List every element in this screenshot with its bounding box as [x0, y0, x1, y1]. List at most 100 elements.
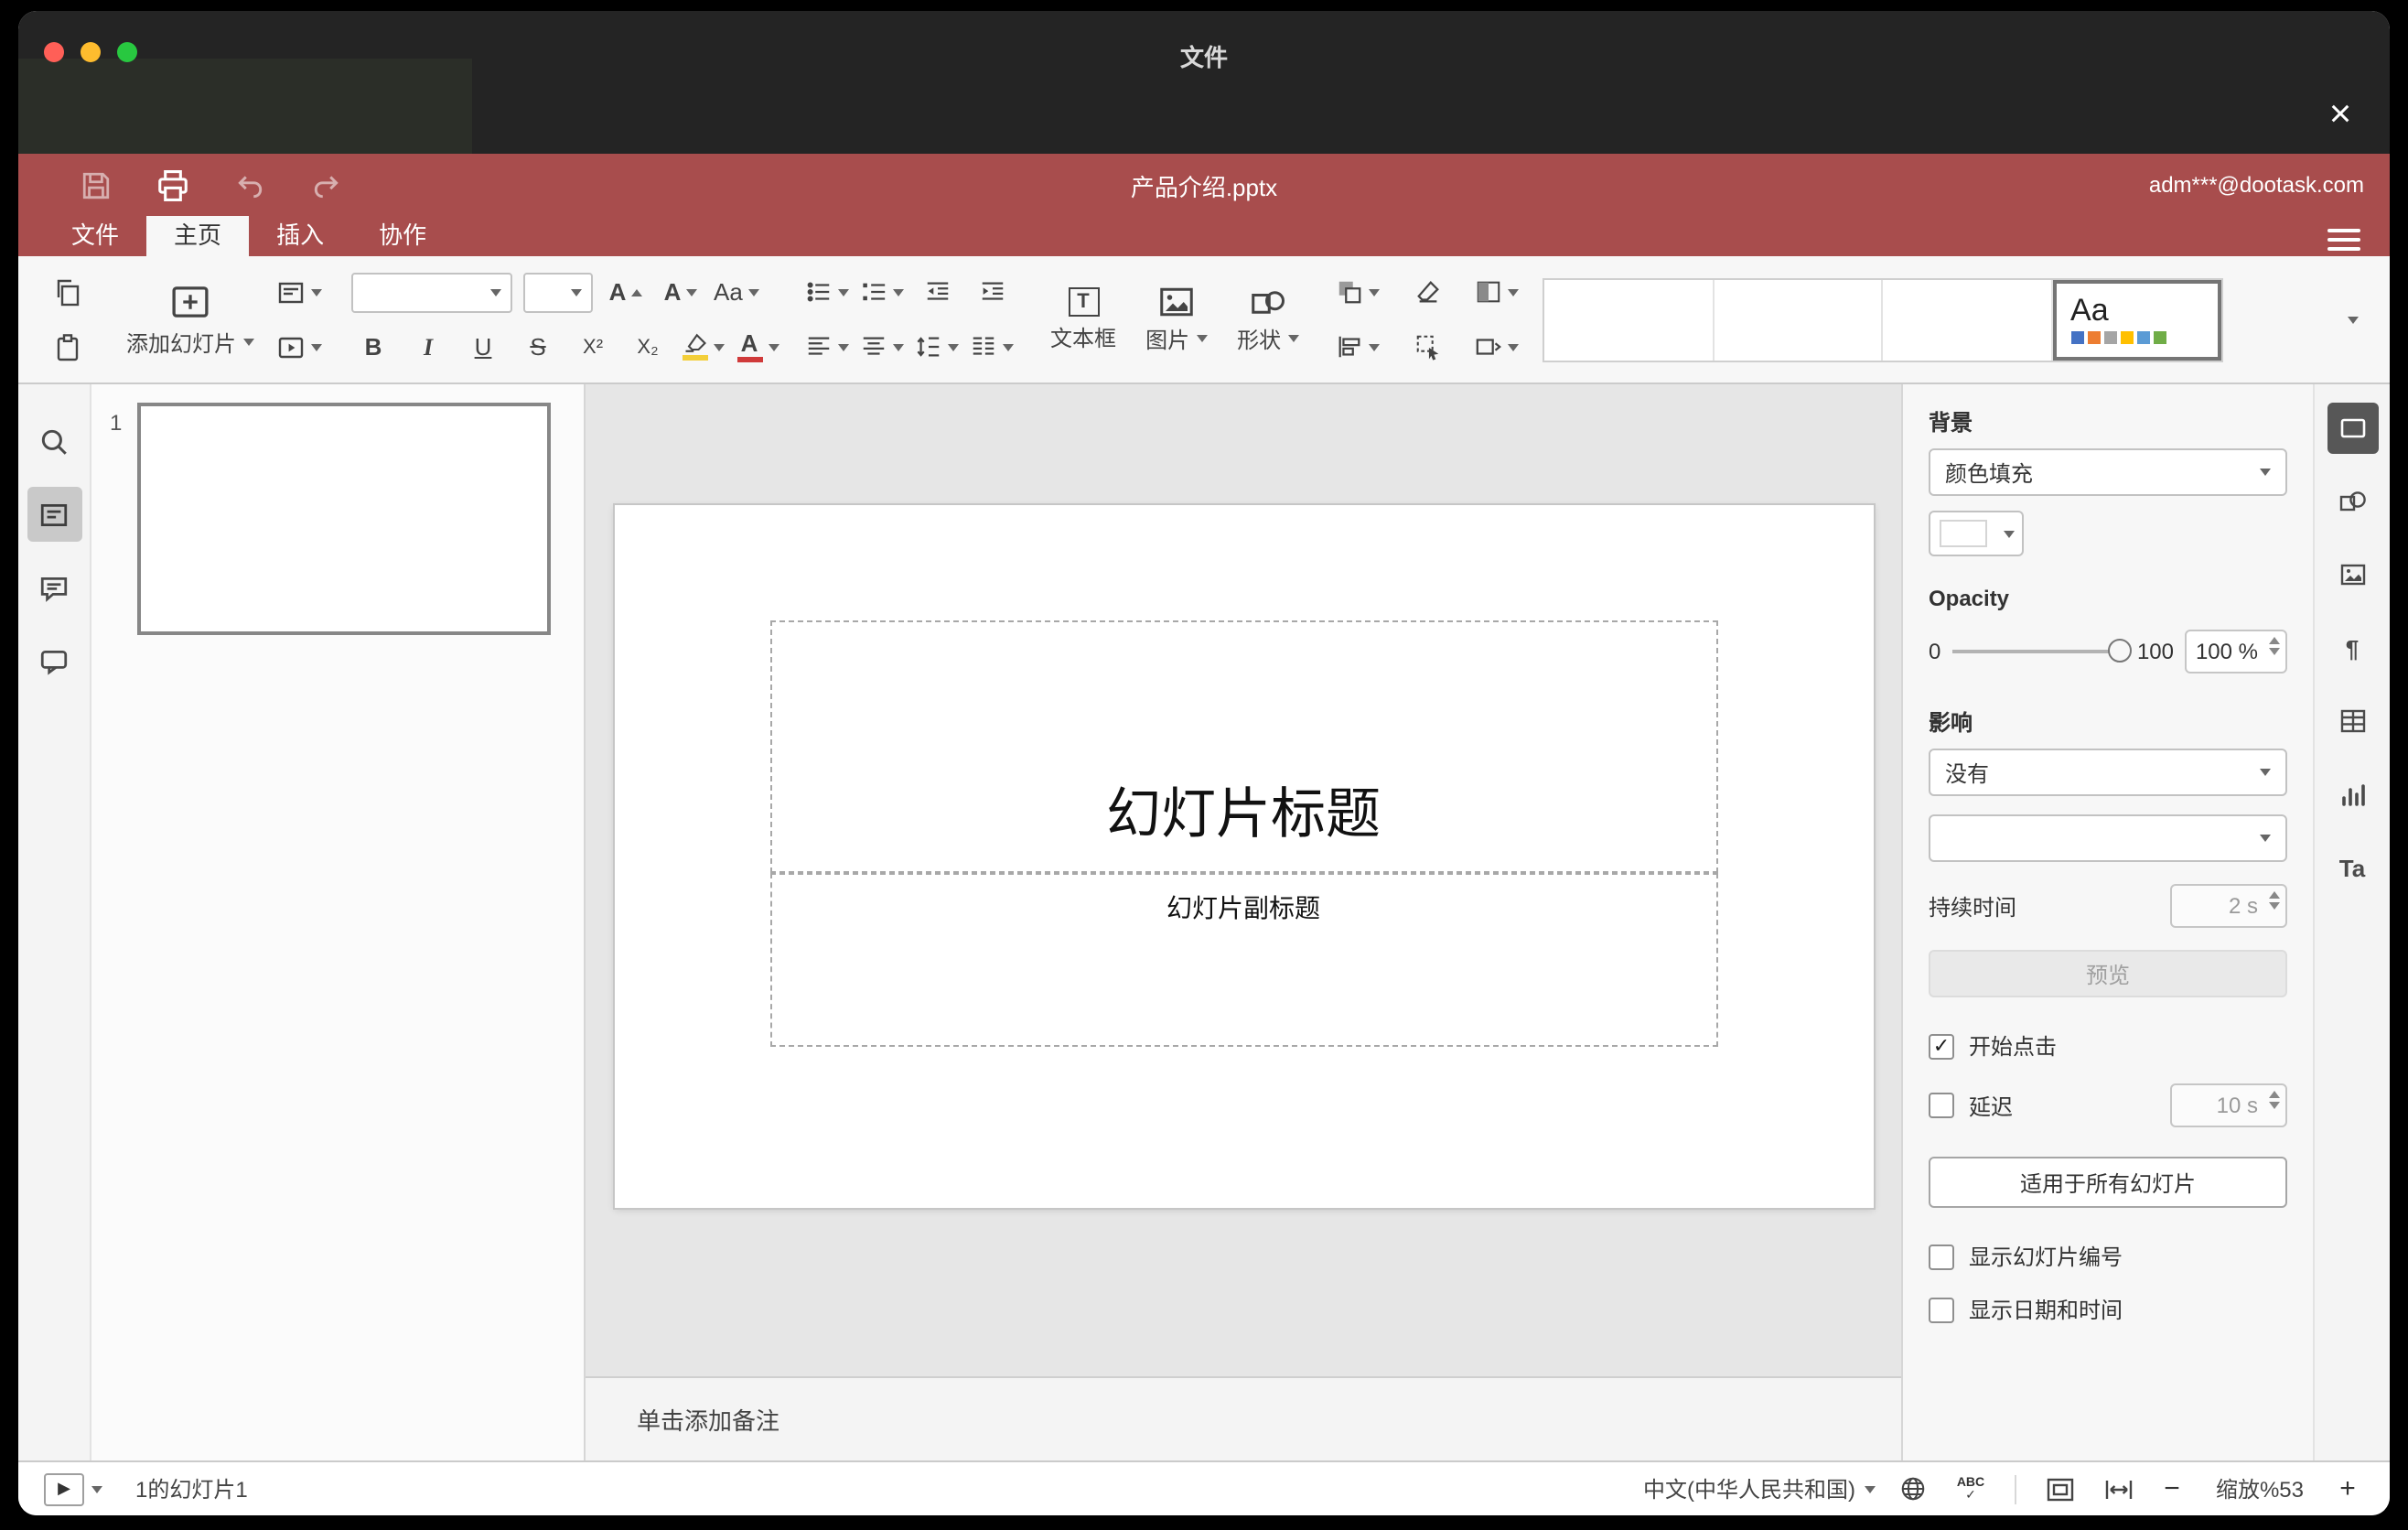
comments-icon[interactable] — [27, 560, 81, 615]
tab-file[interactable]: 文件 — [44, 216, 146, 256]
superscript-button[interactable]: X² — [571, 325, 615, 369]
fit-width-icon[interactable] — [2097, 1471, 2141, 1507]
paste-icon[interactable] — [46, 325, 90, 369]
theme-option-1[interactable] — [1544, 279, 1715, 360]
apply-to-all-slides-button[interactable]: 适用于所有幻灯片 — [1929, 1157, 2287, 1208]
opacity-label: Opacity — [1929, 586, 2010, 611]
home-toolbar: 添加幻灯片 A A Aa B I U S X² X₂ A T 文本框 图片 形状… — [18, 256, 2390, 384]
slide-layout-button[interactable] — [276, 270, 323, 314]
highlight-color-button[interactable] — [681, 325, 725, 369]
underline-button[interactable]: U — [461, 325, 505, 369]
shape-button[interactable]: 形状 — [1226, 268, 1310, 371]
delay-spinner[interactable] — [2269, 1091, 2280, 1109]
background-color-select[interactable] — [1929, 511, 2024, 556]
opacity-spinner[interactable] — [2269, 637, 2280, 655]
print-icon[interactable] — [150, 163, 194, 207]
change-layout-button[interactable] — [1475, 325, 1520, 369]
copy-icon[interactable] — [46, 270, 90, 314]
add-slide-button[interactable]: 添加幻灯片 — [115, 268, 265, 371]
tab-collaboration[interactable]: 协作 — [351, 216, 454, 256]
close-icon[interactable]: × — [2317, 92, 2364, 139]
spellcheck-icon[interactable]: ABC ✓ — [1949, 1471, 1993, 1507]
bold-button[interactable]: B — [351, 325, 395, 369]
redo-icon[interactable] — [304, 163, 348, 207]
slide-style-group — [1462, 256, 1532, 382]
save-icon[interactable] — [73, 163, 117, 207]
subtitle-placeholder[interactable]: 幻灯片副标题 — [769, 873, 1717, 1047]
slide-canvas-area[interactable]: 幻灯片标题 幻灯片副标题 — [586, 384, 1901, 1376]
decrease-font-icon[interactable]: A — [659, 270, 703, 314]
document-language-icon[interactable] — [1890, 1471, 1934, 1507]
chart-settings-icon[interactable] — [2327, 769, 2378, 820]
delay-checkbox[interactable] — [1929, 1093, 1954, 1118]
tab-home[interactable]: 主页 — [146, 216, 250, 256]
italic-button[interactable]: I — [406, 325, 450, 369]
transition-select[interactable]: 没有 — [1929, 749, 2287, 796]
duration-input[interactable]: 2 s — [2170, 884, 2287, 928]
opacity-slider[interactable] — [1951, 639, 2132, 663]
slide-settings-button[interactable] — [1475, 270, 1520, 314]
textbox-button[interactable]: T 文本框 — [1039, 268, 1127, 371]
theme-gallery: Aa — [1543, 277, 2224, 361]
undo-icon[interactable] — [227, 163, 271, 207]
theme-option-selected[interactable]: Aa — [2052, 279, 2222, 360]
numbering-button[interactable] — [860, 270, 905, 314]
decrease-indent-icon[interactable] — [915, 270, 959, 314]
search-icon[interactable] — [27, 414, 81, 469]
transition-variant-select[interactable] — [1929, 814, 2287, 862]
mac-titlebar: 文件 × — [18, 11, 2390, 154]
font-size-select[interactable] — [523, 272, 594, 312]
slide-canvas[interactable]: 幻灯片标题 幻灯片副标题 — [614, 505, 1873, 1208]
image-settings-icon[interactable] — [2327, 549, 2378, 600]
horizontal-align-button[interactable] — [805, 325, 850, 369]
preview-button[interactable]: 预览 — [1929, 950, 2287, 997]
theme-option-2[interactable] — [1714, 279, 1884, 360]
clear-style-icon[interactable] — [1405, 270, 1449, 314]
title-placeholder[interactable]: 幻灯片标题 — [769, 620, 1717, 873]
notes-input[interactable]: 单击添加备注 — [586, 1376, 1901, 1460]
slide-settings-icon[interactable] — [2327, 403, 2378, 454]
opacity-input[interactable]: 100 % — [2185, 630, 2287, 673]
shape-settings-icon[interactable] — [2327, 476, 2378, 527]
delay-input[interactable]: 10 s — [2170, 1083, 2287, 1127]
line-spacing-button[interactable] — [915, 325, 960, 369]
image-button[interactable]: 图片 — [1134, 268, 1219, 371]
increase-indent-icon[interactable] — [970, 270, 1014, 314]
start-slideshow-button[interactable] — [276, 325, 323, 369]
zoom-in-button[interactable]: + — [2331, 1472, 2364, 1505]
duration-spinner[interactable] — [2269, 891, 2280, 910]
theme-option-3[interactable] — [1883, 279, 2053, 360]
textart-settings-icon[interactable]: Ta — [2327, 842, 2378, 893]
slides-panel-icon[interactable] — [27, 487, 81, 542]
menu-icon[interactable] — [2327, 223, 2360, 256]
subscript-button[interactable]: X₂ — [626, 325, 670, 369]
strikethrough-button[interactable]: S — [516, 325, 560, 369]
arrange-group — [1323, 256, 1392, 382]
select-all-icon[interactable] — [1405, 325, 1449, 369]
start-preview-button[interactable]: ▶ — [44, 1472, 102, 1505]
opacity-slider-thumb[interactable] — [2107, 639, 2132, 663]
show-date-time-checkbox[interactable] — [1929, 1297, 1954, 1322]
paragraph-settings-icon[interactable]: ¶ — [2327, 622, 2378, 673]
change-case-button[interactable]: Aa — [714, 270, 759, 314]
arrange-shapes-button[interactable] — [1336, 270, 1381, 314]
vertical-align-button[interactable] — [860, 325, 905, 369]
tab-insert[interactable]: 插入 — [249, 216, 351, 256]
slide-thumbnail-1[interactable] — [137, 403, 551, 635]
font-color-button[interactable]: A — [736, 325, 779, 369]
show-slide-number-checkbox[interactable] — [1929, 1244, 1954, 1269]
align-shapes-button[interactable] — [1336, 325, 1381, 369]
language-select[interactable]: 中文(中华人民共和国) — [1643, 1473, 1876, 1504]
increase-font-icon[interactable]: A — [604, 270, 648, 314]
theme-palette-color — [2120, 331, 2134, 344]
fit-slide-icon[interactable] — [2038, 1471, 2082, 1507]
bullets-button[interactable] — [805, 270, 850, 314]
font-name-select[interactable] — [351, 272, 513, 312]
chat-icon[interactable] — [27, 633, 81, 688]
theme-gallery-expand-button[interactable] — [2331, 279, 2375, 360]
table-settings-icon[interactable] — [2327, 695, 2378, 747]
start-on-click-checkbox[interactable]: ✓ — [1929, 1033, 1954, 1059]
zoom-out-button[interactable]: − — [2155, 1472, 2188, 1505]
columns-button[interactable] — [970, 325, 1015, 369]
background-fill-select[interactable]: 颜色填充 — [1929, 448, 2287, 496]
